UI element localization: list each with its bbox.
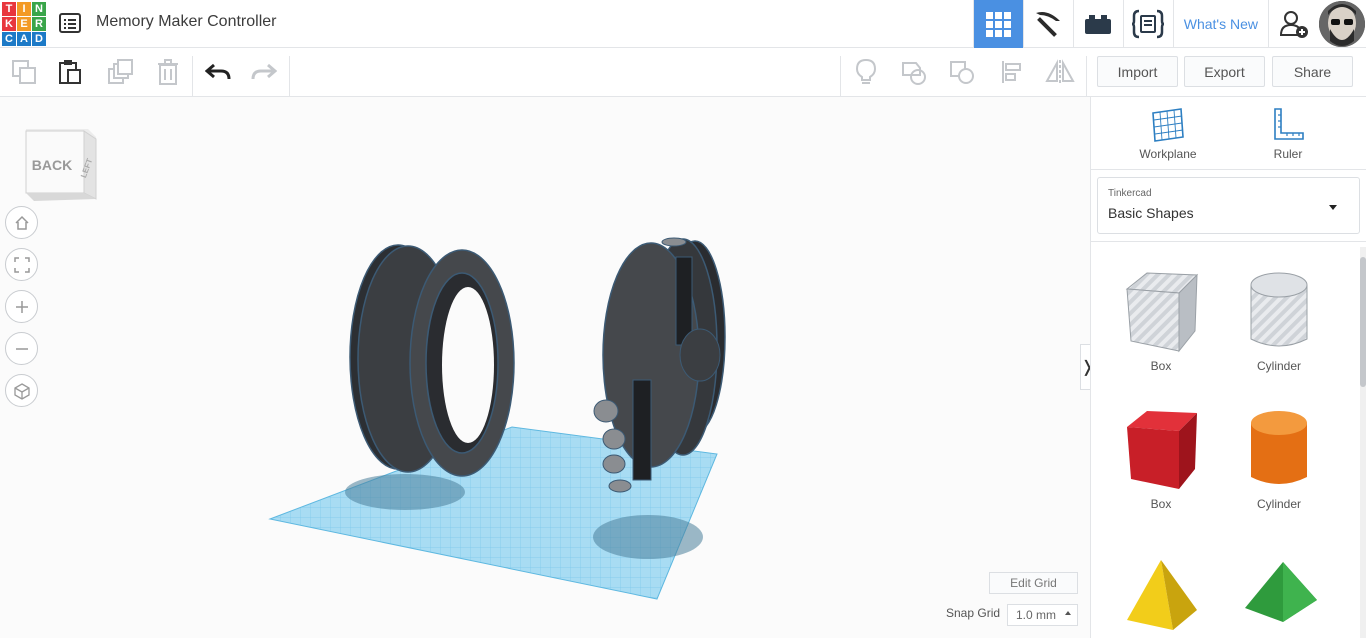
logo-letter: N	[32, 2, 46, 16]
box-solid-icon	[1127, 411, 1197, 489]
lightbulb-icon[interactable]	[842, 48, 890, 96]
panel-scrollbar[interactable]	[1360, 247, 1366, 638]
toolbar-divider	[289, 56, 290, 96]
shape-label: Cylinder	[1256, 497, 1301, 511]
library-provider: Tinkercad	[1108, 188, 1152, 199]
mirror-icon[interactable]	[1036, 48, 1084, 96]
delete-icon[interactable]	[144, 48, 192, 96]
share-button[interactable]: Share	[1272, 56, 1353, 87]
workplane-label: Workplane	[1139, 147, 1197, 161]
shape-box-solid[interactable]: Box	[1111, 407, 1211, 511]
shape-library-dropdown[interactable]: Tinkercad Basic Shapes	[1097, 177, 1360, 234]
panel-divider	[1091, 241, 1366, 242]
shape-label: Box	[1150, 497, 1172, 511]
import-button[interactable]: Import	[1097, 56, 1178, 87]
workplane-icon	[1152, 108, 1184, 142]
logo-letter: E	[17, 17, 31, 31]
logo-letter: C	[2, 32, 16, 46]
3d-design-grid-icon[interactable]	[972, 0, 1023, 48]
shape-label: Box	[1150, 359, 1172, 373]
shape-pyramid[interactable]	[1111, 552, 1211, 638]
snap-grid-label: Snap Grid	[946, 606, 1001, 620]
pickaxe-icon[interactable]	[1022, 0, 1073, 48]
edit-toolbar: Import Export Share	[0, 48, 1366, 97]
design-list-icon[interactable]	[58, 11, 82, 35]
workplane-tool[interactable]: Workplane	[1123, 107, 1213, 161]
paste-icon[interactable]	[46, 48, 94, 96]
shape-cylinder-hole[interactable]: Cylinder	[1229, 269, 1329, 373]
logo-letter: K	[2, 17, 16, 31]
add-user-icon[interactable]	[1268, 0, 1318, 48]
export-button[interactable]: Export	[1184, 56, 1265, 87]
zoom-out-icon[interactable]	[5, 332, 38, 365]
shape-box-hole[interactable]: Box	[1111, 269, 1211, 373]
pyramid-icon	[1127, 560, 1197, 630]
shapes-panel: Workplane Ruler Tinkercad Basic Shapes B…	[1090, 97, 1366, 638]
ruler-tool[interactable]: Ruler	[1243, 107, 1333, 161]
cylinder-solid-icon	[1251, 411, 1307, 484]
ungroup-icon[interactable]	[938, 48, 986, 96]
snap-grid-value: 1.0 mm	[1016, 608, 1057, 622]
toolbar-divider	[1086, 56, 1087, 96]
shape-label: Cylinder	[1256, 359, 1301, 373]
scene	[268, 237, 726, 600]
scroll-thumb[interactable]	[1360, 257, 1366, 387]
group-icon[interactable]	[890, 48, 938, 96]
codeblocks-icon[interactable]	[1122, 0, 1173, 48]
avatar	[1319, 1, 1365, 47]
box-hole-icon	[1125, 272, 1199, 353]
logo-letter: D	[32, 32, 46, 46]
align-icon[interactable]	[988, 48, 1036, 96]
bricks-icon[interactable]	[1072, 0, 1123, 48]
top-bar: T I N K E R C A D Memory Maker Controlle…	[0, 0, 1366, 48]
shape-roof[interactable]	[1229, 552, 1329, 638]
redo-icon[interactable]	[240, 48, 288, 96]
panel-divider	[1091, 169, 1366, 170]
copy-icon[interactable]	[0, 48, 48, 96]
zoom-in-icon[interactable]	[5, 290, 38, 323]
ruler-label: Ruler	[1273, 147, 1303, 161]
document-title[interactable]: Memory Maker Controller	[96, 13, 276, 31]
roof-icon	[1245, 562, 1317, 622]
undo-icon[interactable]	[194, 48, 242, 96]
toolbar-divider	[192, 56, 193, 96]
ruler-icon	[1274, 108, 1304, 140]
view-cube[interactable]: BACK LEFT	[22, 125, 102, 205]
logo-letter: T	[2, 2, 16, 16]
top-navigation: What's New	[972, 0, 1366, 48]
toolbar-divider	[840, 56, 841, 96]
chevron-down-icon	[1329, 205, 1337, 210]
home-view-icon[interactable]	[5, 206, 38, 239]
left-ring-model	[349, 244, 515, 477]
viewcube-back-label: BACK	[32, 157, 72, 173]
tinkercad-logo[interactable]: T I N K E R C A D	[2, 2, 46, 46]
user-avatar[interactable]	[1318, 0, 1366, 48]
edit-grid-button[interactable]: Edit Grid	[989, 572, 1078, 594]
shape-cylinder-solid[interactable]: Cylinder	[1229, 407, 1329, 511]
whats-new-link[interactable]: What's New	[1172, 0, 1268, 48]
logo-letter: I	[17, 2, 31, 16]
duplicate-icon[interactable]	[96, 48, 144, 96]
snap-grid-select[interactable]: 1.0 mm	[1007, 604, 1078, 626]
logo-letter: R	[32, 17, 46, 31]
fit-view-icon[interactable]	[5, 248, 38, 281]
caret-up-icon	[1065, 611, 1071, 615]
3d-workspace[interactable]: BACK LEFT Edit Grid Snap Grid 1.0 mm	[0, 97, 1090, 638]
cylinder-hole-icon	[1250, 272, 1308, 347]
library-name: Basic Shapes	[1108, 205, 1194, 221]
logo-letter: A	[17, 32, 31, 46]
perspective-icon[interactable]	[5, 374, 38, 407]
